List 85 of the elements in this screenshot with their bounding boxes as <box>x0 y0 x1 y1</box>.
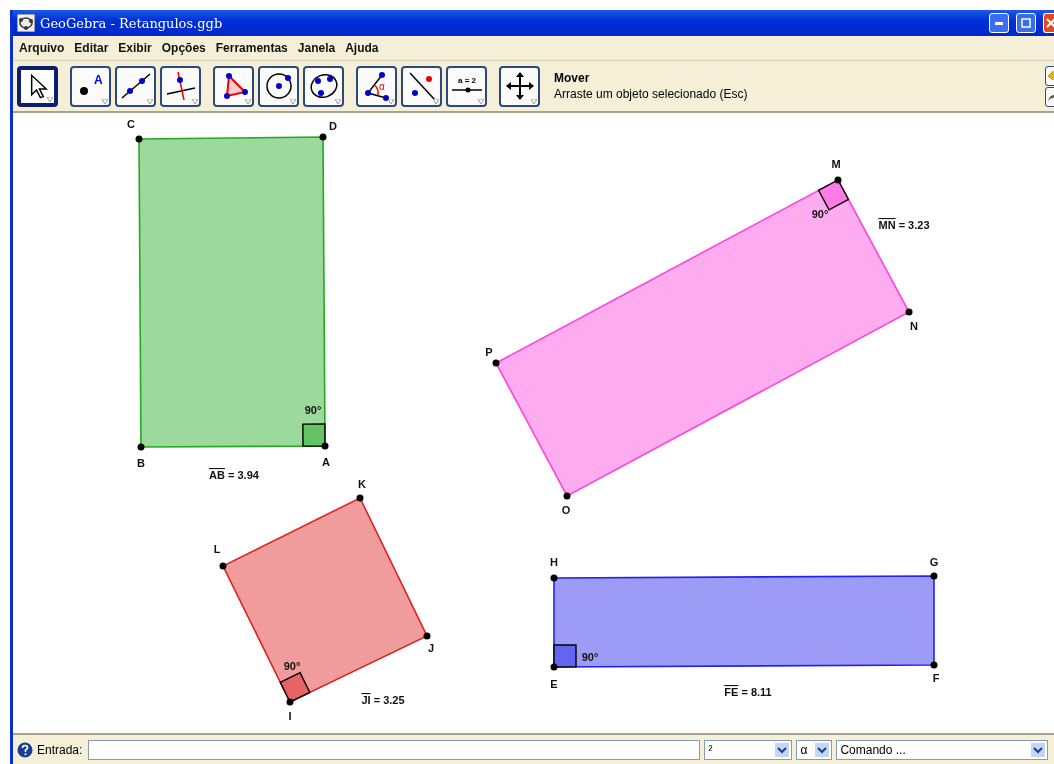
chevron-down-icon <box>775 742 790 757</box>
input-label: Entrada: <box>37 742 83 757</box>
point-label: E <box>550 678 558 690</box>
dropdown-triangle-icon <box>433 98 439 104</box>
menu-item[interactable]: Editar <box>74 41 109 55</box>
length-label: AB = 3.94 <box>209 469 259 481</box>
minimize-icon <box>995 21 1003 25</box>
dropdown-triangle-icon <box>102 98 108 104</box>
help-icon[interactable] <box>17 741 33 758</box>
point-marker[interactable] <box>135 135 143 143</box>
point-label: I <box>288 710 292 722</box>
angle-label: 90° <box>811 208 829 220</box>
tool-help: Arraste um objeto selecionado (Esc) <box>554 87 748 101</box>
point-label: K <box>358 478 366 490</box>
app-logo-icon <box>17 14 35 32</box>
point-marker[interactable] <box>563 492 571 500</box>
point-label: C <box>127 118 135 130</box>
dropdown-triangle-icon <box>531 98 537 104</box>
symbol-dropdown[interactable]: ² <box>704 739 793 760</box>
point-label: H <box>550 556 558 568</box>
angle-label: 90° <box>283 660 301 672</box>
point-label: M <box>831 158 841 170</box>
menu-item[interactable]: Arquivo <box>19 41 65 55</box>
minimize-button[interactable] <box>989 13 1009 33</box>
point-label: L <box>213 543 221 555</box>
point-marker[interactable] <box>286 698 294 706</box>
tool-name: Mover <box>554 71 591 85</box>
tool-button[interactable] <box>160 65 201 107</box>
tool-button[interactable] <box>303 65 344 107</box>
angle-label: 90° <box>304 404 322 416</box>
chevron-down-icon <box>1031 742 1046 757</box>
dropdown-triangle-icon <box>245 98 251 104</box>
chevron-down-icon <box>815 742 830 757</box>
window-title: GeoGebra - Retangulos.ggb <box>40 15 223 31</box>
command-dropdown[interactable]: Comando ... <box>836 739 1049 760</box>
point-label: J <box>427 642 435 654</box>
angle-label: 90° <box>581 651 599 663</box>
point-marker[interactable] <box>550 574 558 582</box>
menu-item[interactable]: Ferramentas <box>215 41 288 55</box>
tool-button[interactable] <box>401 65 442 107</box>
point-label: D <box>329 120 337 132</box>
point-label: F <box>932 672 940 684</box>
point-label: N <box>910 320 918 332</box>
tool-button[interactable] <box>17 65 58 107</box>
menu-item[interactable]: Ajuda <box>345 41 379 55</box>
greek-dropdown[interactable]: α <box>796 739 833 760</box>
dropdown-triangle-icon <box>478 98 484 104</box>
point-marker[interactable] <box>321 442 329 450</box>
point-marker[interactable] <box>319 133 327 141</box>
menu-item[interactable]: Janela <box>297 41 336 55</box>
point-marker[interactable] <box>137 443 145 451</box>
dropdown-triangle-icon <box>290 98 296 104</box>
menu-item[interactable]: Opções <box>161 41 206 55</box>
point-marker[interactable] <box>905 308 913 316</box>
length-label: FE = 8.11 <box>724 686 772 698</box>
point-marker[interactable] <box>930 572 938 580</box>
dropdown-triangle-icon <box>192 98 198 104</box>
maximize-button[interactable] <box>1016 13 1036 33</box>
point-marker[interactable] <box>423 632 431 640</box>
dropdown-triangle-icon <box>388 98 394 104</box>
maximize-icon <box>1021 18 1031 28</box>
point-marker[interactable] <box>834 176 842 184</box>
dropdown-triangle-icon <box>335 98 341 104</box>
input-field[interactable] <box>88 739 701 760</box>
menu-item[interactable]: Exibir <box>118 41 152 55</box>
tool-button[interactable] <box>115 65 156 107</box>
point-label: G <box>929 556 939 568</box>
close-icon <box>1045 18 1054 28</box>
point-label: O <box>561 504 571 516</box>
point-label: B <box>137 457 145 469</box>
dropdown-triangle-icon <box>147 98 153 104</box>
tool-button[interactable] <box>213 65 254 107</box>
point-marker[interactable] <box>550 663 558 671</box>
tool-button[interactable] <box>258 65 299 107</box>
tool-button[interactable] <box>499 65 540 107</box>
length-label: MN = 3.23 <box>878 219 930 231</box>
point-marker[interactable] <box>492 359 500 367</box>
point-marker[interactable] <box>219 562 227 570</box>
point-marker[interactable] <box>356 494 364 502</box>
close-button[interactable] <box>1043 13 1054 33</box>
point-label: A <box>322 456 330 468</box>
dropdown-triangle-icon <box>47 96 53 102</box>
point-label: P <box>485 346 493 358</box>
point-marker[interactable] <box>930 661 938 669</box>
length-label: JI = 3.25 <box>361 694 405 706</box>
